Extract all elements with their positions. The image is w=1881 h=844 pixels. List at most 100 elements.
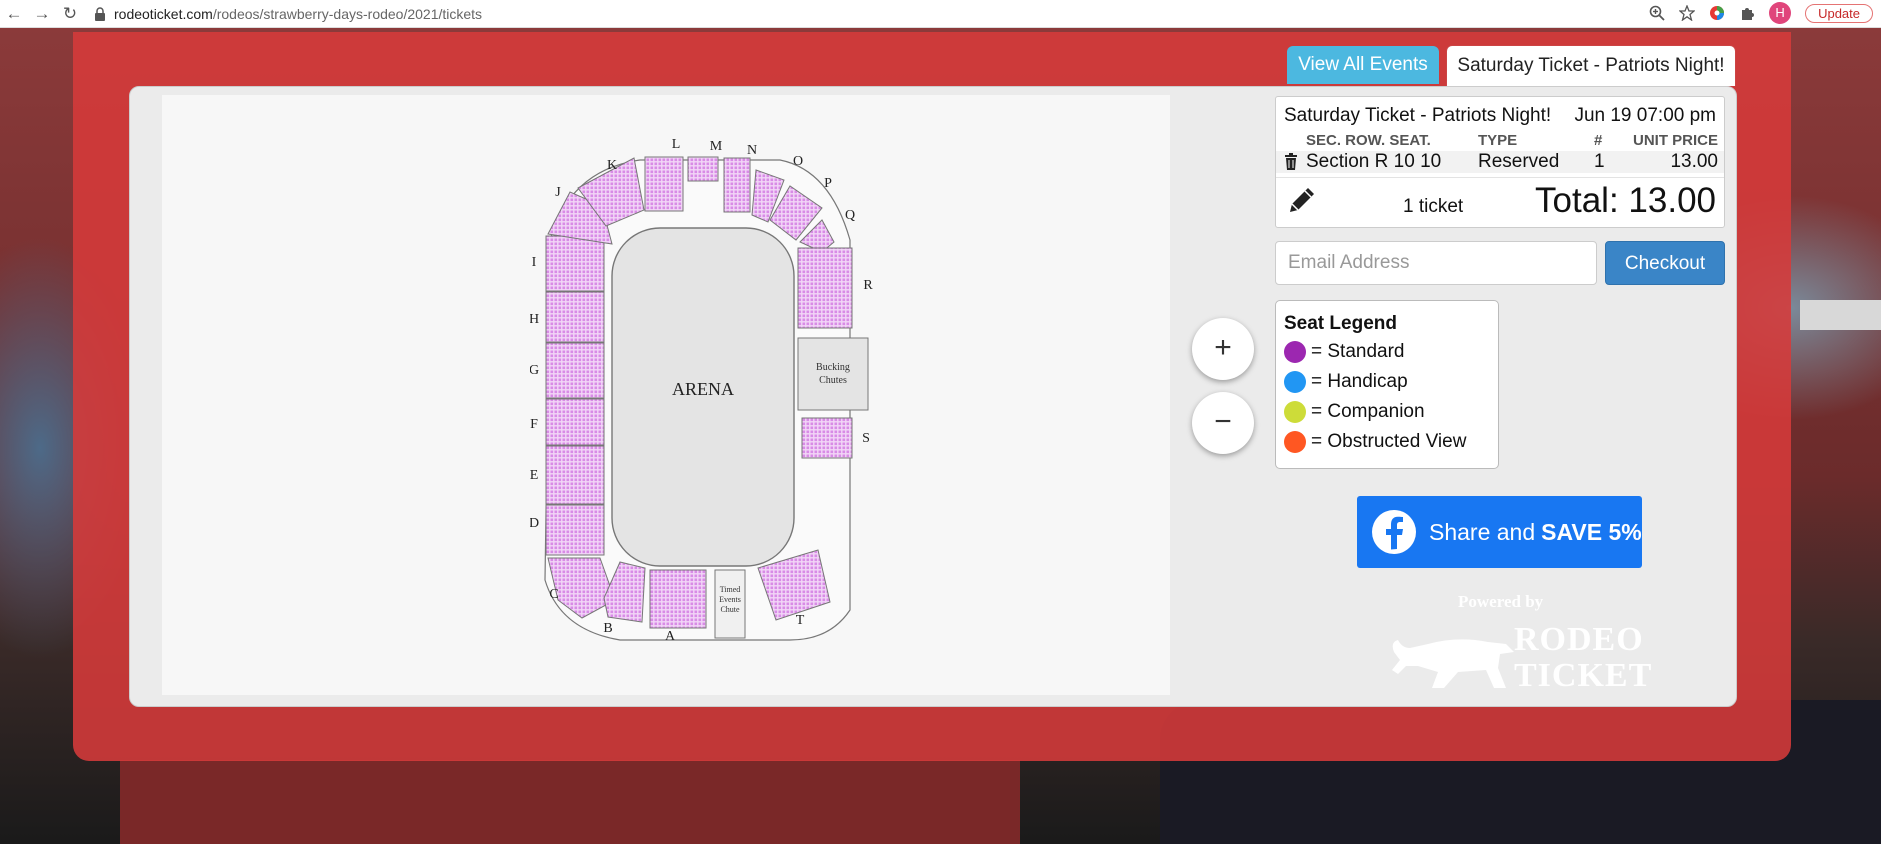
section-A-block[interactable] bbox=[649, 569, 707, 629]
bucking-chutes-label-1: Bucking bbox=[816, 362, 850, 373]
section-D-block[interactable] bbox=[545, 504, 605, 556]
share-discount: SAVE 5% bbox=[1541, 518, 1642, 545]
section-label-D: D bbox=[530, 516, 539, 531]
col-unit-price: UNIT PRICE bbox=[1632, 132, 1718, 149]
section-label-C: C bbox=[549, 587, 558, 602]
email-input[interactable]: Email Address bbox=[1275, 241, 1597, 285]
col-count: # bbox=[1594, 132, 1603, 149]
section-I-block[interactable] bbox=[545, 235, 605, 292]
section-F-block[interactable] bbox=[545, 398, 605, 446]
section-L-block[interactable] bbox=[644, 156, 684, 212]
facebook-icon bbox=[1372, 510, 1416, 554]
background-bleachers bbox=[120, 760, 1020, 844]
section-H-block[interactable] bbox=[545, 291, 605, 343]
rodeo-ticket-wordmark: RODEO TICKET bbox=[1514, 622, 1652, 694]
forward-icon[interactable]: → bbox=[28, 4, 56, 24]
legend-label: = Companion bbox=[1311, 401, 1425, 422]
profile-avatar[interactable]: H bbox=[1769, 2, 1792, 24]
share-prefix: Share and bbox=[1429, 518, 1536, 545]
arena-label: ARENA bbox=[672, 379, 734, 399]
order-footer: 1 ticket Total: 13.00 bbox=[1276, 177, 1724, 227]
legend-label: = Obstructed View bbox=[1311, 431, 1467, 452]
col-type: TYPE bbox=[1478, 132, 1518, 149]
section-label-A: A bbox=[665, 629, 676, 644]
line-qty: 1 bbox=[1594, 151, 1605, 172]
section-label-B: B bbox=[603, 621, 612, 636]
section-label-O: O bbox=[793, 154, 803, 169]
legend-item-handicap: = Handicap bbox=[1284, 367, 1490, 397]
brand-line-1: RODEO bbox=[1514, 621, 1644, 658]
standard-dot-icon bbox=[1284, 341, 1306, 363]
section-label-E: E bbox=[530, 468, 538, 483]
section-label-H: H bbox=[530, 312, 539, 327]
legend-label: = Handicap bbox=[1311, 371, 1408, 392]
facebook-share-button[interactable]: Share and SAVE 5% bbox=[1357, 496, 1642, 568]
section-label-S: S bbox=[862, 431, 870, 446]
tab-saturday-ticket[interactable]: Saturday Ticket - Patriots Night! bbox=[1446, 45, 1736, 86]
companion-dot-icon bbox=[1284, 401, 1306, 423]
lock-icon bbox=[95, 6, 105, 21]
section-M-block[interactable] bbox=[687, 156, 719, 182]
line-price: 13.00 bbox=[1670, 151, 1718, 172]
powered-by-logo: Powered by RODEO TICKET bbox=[1388, 590, 1651, 700]
section-label-P: P bbox=[824, 176, 832, 191]
powered-by-label: Powered by bbox=[1458, 592, 1544, 611]
tab-view-all-events[interactable]: View All Events bbox=[1287, 46, 1439, 84]
bucking-chutes-label-2: Chutes bbox=[819, 375, 847, 386]
order-event-name: Saturday Ticket - Patriots Night! bbox=[1284, 105, 1552, 126]
trash-icon[interactable] bbox=[1284, 153, 1298, 171]
zoom-in-button[interactable]: + bbox=[1192, 318, 1254, 380]
section-S-block[interactable] bbox=[801, 417, 853, 459]
section-label-Q: Q bbox=[845, 208, 855, 223]
legend-item-obstructed: = Obstructed View bbox=[1284, 427, 1490, 457]
puzzle-extensions-icon[interactable] bbox=[1739, 5, 1755, 21]
col-sec-row-seat: SEC. ROW. SEAT. bbox=[1306, 132, 1431, 149]
color-extension-icon[interactable] bbox=[1709, 5, 1725, 21]
legend-item-companion: = Companion bbox=[1284, 397, 1490, 427]
order-total: Total: 13.00 bbox=[1535, 181, 1716, 220]
seat-legend: Seat Legend = Standard = Handicap = Comp… bbox=[1275, 300, 1499, 469]
section-N-block[interactable] bbox=[723, 157, 751, 213]
timed-events-label-3: Chute bbox=[720, 605, 740, 614]
line-type: Reserved bbox=[1478, 151, 1560, 172]
section-label-I: I bbox=[532, 255, 537, 270]
section-label-F: F bbox=[530, 417, 538, 432]
bull-logo-icon bbox=[1392, 639, 1514, 688]
section-label-N: N bbox=[747, 143, 757, 158]
url-path: /rodeos/strawberry-days-rodeo/2021/ticke… bbox=[212, 5, 483, 22]
order-event-date: Jun 19 07:00 pm bbox=[1574, 105, 1716, 126]
section-label-M: M bbox=[710, 139, 723, 154]
obstructed-dot-icon bbox=[1284, 431, 1306, 453]
timed-events-label-2: Events bbox=[719, 595, 741, 604]
section-label-L: L bbox=[672, 137, 681, 152]
legend-title: Seat Legend bbox=[1284, 313, 1397, 334]
zoom-icon[interactable] bbox=[1649, 5, 1665, 21]
section-R-block[interactable] bbox=[797, 247, 853, 329]
handicap-dot-icon bbox=[1284, 371, 1306, 393]
section-E-block[interactable] bbox=[545, 445, 605, 505]
section-label-T: T bbox=[796, 613, 805, 628]
bucking-chutes bbox=[797, 337, 869, 411]
section-label-G: G bbox=[530, 363, 539, 378]
section-G-block[interactable] bbox=[545, 342, 605, 399]
arena-seat-map[interactable]: ARENA Bucking Chutes Timed Events Chute … bbox=[530, 130, 890, 650]
update-button[interactable]: Update bbox=[1805, 3, 1873, 23]
ticket-count: 1 ticket bbox=[1403, 196, 1464, 217]
checkout-button[interactable]: Checkout bbox=[1605, 241, 1725, 285]
section-label-J: J bbox=[555, 185, 561, 200]
order-summary: Saturday Ticket - Patriots Night! Jun 19… bbox=[1275, 96, 1725, 228]
back-icon[interactable]: ← bbox=[0, 4, 28, 24]
order-line-item: Section R 10 10 Reserved 1 13.00 bbox=[1276, 151, 1724, 173]
timed-events-chute bbox=[714, 569, 746, 639]
bookmark-star-icon[interactable] bbox=[1679, 5, 1696, 21]
url-field[interactable]: rodeoticket.com/rodeos/strawberry-days-r… bbox=[114, 6, 482, 22]
order-column-headers: SEC. ROW. SEAT. TYPE # UNIT PRICE bbox=[1276, 132, 1724, 149]
zoom-out-button[interactable]: − bbox=[1192, 392, 1254, 454]
legend-label: = Standard bbox=[1311, 341, 1405, 362]
reload-icon[interactable]: ↻ bbox=[56, 4, 84, 24]
pencil-edit-icon[interactable] bbox=[1286, 184, 1318, 216]
section-label-K: K bbox=[607, 158, 617, 173]
section-label-R: R bbox=[863, 278, 873, 293]
timed-events-label-1: Timed bbox=[720, 585, 741, 594]
browser-toolbar-right: H Update bbox=[1649, 2, 1873, 24]
